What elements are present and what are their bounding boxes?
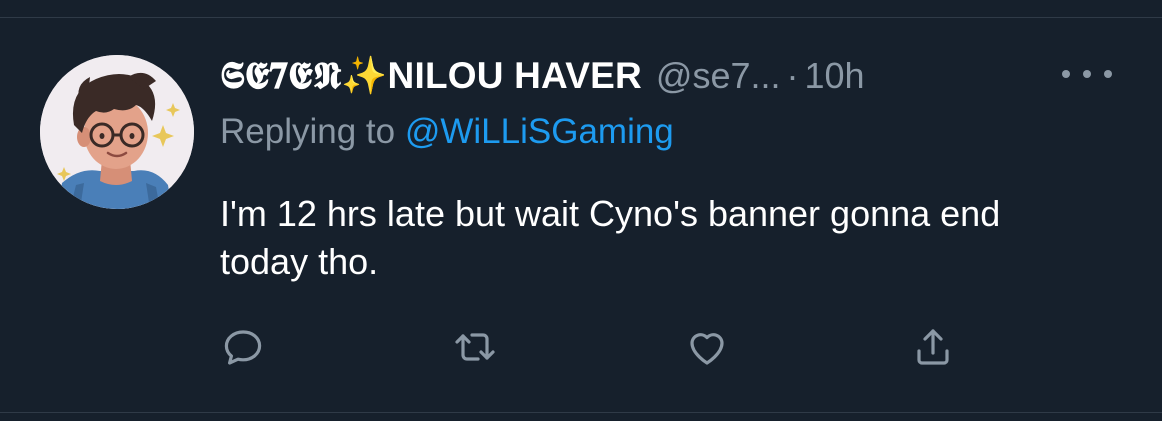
- tweet-text: I'm 12 hrs late but wait Cyno's banner g…: [220, 193, 1001, 282]
- reply-icon: [224, 330, 262, 365]
- heart-icon: [690, 333, 724, 365]
- more-dot: [1062, 70, 1070, 78]
- user-handle[interactable]: @se7...: [656, 55, 781, 97]
- tweet-header: 𝕾𝕰𝟕𝕰𝕹✨NILOU HAVER @se7... · 10h: [220, 48, 865, 104]
- like-button[interactable]: [682, 322, 732, 372]
- avatar-illustration: [40, 55, 194, 209]
- share-icon: [917, 329, 949, 365]
- reply-mention-link[interactable]: @WiLLiSGaming: [405, 112, 674, 151]
- bottom-divider: [0, 412, 1162, 413]
- top-divider: [0, 17, 1162, 18]
- reply-button[interactable]: [218, 322, 268, 372]
- more-dot: [1083, 70, 1091, 78]
- share-button[interactable]: [908, 322, 958, 372]
- more-horizontal-icon[interactable]: [1062, 56, 1112, 92]
- more-dot: [1104, 70, 1112, 78]
- retweet-icon: [455, 333, 495, 361]
- avatar[interactable]: [40, 55, 194, 209]
- replying-prefix: Replying to: [220, 112, 405, 151]
- display-name[interactable]: 𝕾𝕰𝟕𝕰𝕹✨NILOU HAVER: [220, 55, 642, 98]
- replying-to: Replying to @WiLLiSGaming: [220, 112, 674, 152]
- retweet-button[interactable]: [450, 322, 500, 372]
- separator-dot: ·: [786, 55, 799, 96]
- timestamp[interactable]: 10h: [805, 55, 865, 97]
